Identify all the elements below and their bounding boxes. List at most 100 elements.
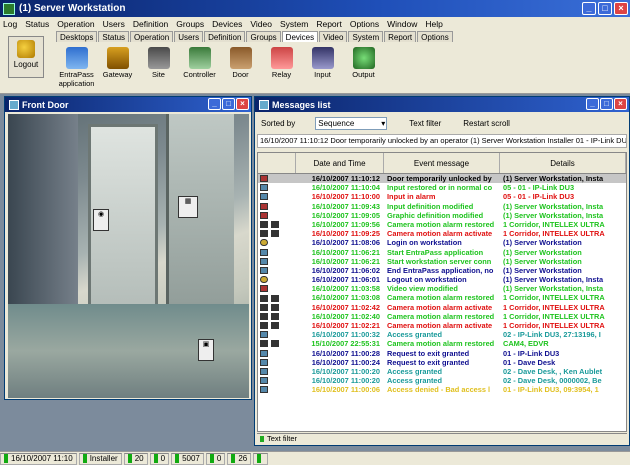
tab-operation[interactable]: Operation	[130, 31, 174, 42]
table-row[interactable]: 16/10/2007 11:03:08 Camera motion alarm r…	[258, 293, 626, 302]
front-door-window[interactable]: Front Door _ □ × ◉ ▦ ▣	[4, 96, 252, 400]
tool-controller[interactable]: Controller	[179, 45, 220, 88]
tab-report[interactable]: Report	[384, 31, 417, 42]
tab-video[interactable]: Video	[319, 31, 348, 42]
messages-window[interactable]: Messages list _ □ × Sorted by Sequence T…	[254, 96, 630, 446]
text-filter-link[interactable]: Text filter	[409, 119, 441, 128]
status-led-icon	[4, 454, 8, 463]
camera-icon[interactable]	[271, 303, 279, 311]
tool-input[interactable]: Input	[302, 45, 343, 88]
table-row[interactable]: 16/10/2007 11:00:20 Access granted 02 - Da…	[258, 367, 626, 376]
table-row[interactable]: 16/10/2007 11:00:28 Request to exit grant…	[258, 349, 626, 358]
tool-entrapass[interactable]: EntraPass application	[56, 45, 97, 88]
table-row[interactable]: 16/10/2007 11:08:06 Login on workstation (…	[258, 238, 626, 247]
camera-icon[interactable]	[271, 312, 279, 320]
restart-scroll-link[interactable]: Restart scroll	[463, 119, 510, 128]
table-row[interactable]: 16/10/2007 11:00:20 Access granted 02 - Da…	[258, 376, 626, 385]
tab-options[interactable]: Options	[417, 31, 453, 42]
messages-close-button[interactable]: ×	[614, 98, 627, 110]
messages-grid[interactable]: Date and Time Event message Details 16/1…	[257, 152, 627, 432]
table-row[interactable]: 16/10/2007 11:06:21 Start EntraPass appli…	[258, 248, 626, 257]
table-row[interactable]: 16/10/2007 11:10:12 Door temporarily unlo…	[258, 174, 626, 184]
menu-item-options[interactable]: Options	[350, 19, 379, 29]
tool-gateway[interactable]: Gateway	[97, 45, 138, 88]
close-button[interactable]: ×	[614, 2, 628, 15]
menu-item-devices[interactable]: Devices	[212, 19, 242, 29]
row-event: Camera motion alarm activate	[387, 302, 493, 312]
messages-titlebar[interactable]: Messages list _ □ ×	[255, 97, 629, 112]
menu-item-groups[interactable]: Groups	[176, 19, 204, 29]
front-door-maximize-button[interactable]: □	[222, 98, 235, 110]
messages-minimize-button[interactable]: _	[586, 98, 599, 110]
menu-item-system[interactable]: System	[280, 19, 308, 29]
table-row[interactable]: 16/10/2007 11:03:58 Video view modified (1…	[258, 284, 626, 293]
table-row[interactable]: 16/10/2007 11:00:06 Access denied - Bad a…	[258, 385, 626, 394]
camera-icon[interactable]	[271, 340, 279, 348]
menu-item-users[interactable]: Users	[103, 19, 125, 29]
tab-groups[interactable]: Groups	[246, 31, 281, 42]
controller-status-icon[interactable]: ▦	[178, 196, 198, 218]
camera-icon[interactable]	[271, 221, 279, 229]
table-row[interactable]: 16/10/2007 11:00:32 Access granted 02 - IP…	[258, 330, 626, 339]
tool-site[interactable]: Site	[138, 45, 179, 88]
row-date: 16/10/2007 11:09:25	[311, 229, 380, 239]
table-row[interactable]: 16/10/2007 11:00:24 Request to exit grant…	[258, 358, 626, 367]
status-led-icon	[209, 454, 214, 463]
door-status-icon[interactable]: ◉	[93, 209, 109, 231]
cam-icon	[260, 303, 268, 311]
table-row[interactable]: 16/10/2007 11:02:21 Camera motion alarm a…	[258, 321, 626, 330]
tool-output[interactable]: Output	[343, 45, 384, 88]
tool-door[interactable]: Door	[220, 45, 261, 88]
pc-icon	[260, 193, 268, 201]
tab-desktops[interactable]: Desktops	[56, 31, 98, 42]
camera-icon[interactable]	[271, 322, 279, 330]
minimize-button[interactable]: _	[582, 2, 596, 15]
table-row[interactable]: 16/10/2007 11:09:25 Camera motion alarm a…	[258, 229, 626, 238]
table-row[interactable]: 15/10/2007 22:55:31 Camera motion alarm r…	[258, 339, 626, 348]
table-row[interactable]: 16/10/2007 11:02:40 Camera motion alarm r…	[258, 312, 626, 321]
table-row[interactable]: 16/10/2007 11:09:43 Input definition modi…	[258, 202, 626, 211]
messages-maximize-button[interactable]: □	[600, 98, 613, 110]
table-row[interactable]: 16/10/2007 11:09:05 Graphic definition mo…	[258, 211, 626, 220]
table-row[interactable]: 16/10/2007 11:10:04 Input restored or in …	[258, 183, 626, 192]
table-row[interactable]: 16/10/2007 11:06:21 Start workstation ser…	[258, 257, 626, 266]
sort-select[interactable]: Sequence	[315, 116, 388, 130]
menu-item-video[interactable]: Video	[250, 19, 272, 29]
tab-system[interactable]: System	[348, 31, 384, 42]
table-row[interactable]: 16/10/2007 11:09:56 Camera motion alarm r…	[258, 220, 626, 229]
reader-status-icon[interactable]: ▣	[198, 339, 214, 361]
row-date: 16/10/2007 11:02:21	[311, 321, 380, 330]
menu-item-report[interactable]: Report	[316, 19, 342, 29]
row-date: 15/10/2007 22:55:31	[311, 339, 380, 349]
grid-header-event[interactable]: Event message	[384, 153, 500, 173]
tab-devices[interactable]: Devices	[281, 31, 319, 42]
menu-bar: Log Status Operation Users Definition Groups D…	[0, 17, 630, 30]
menu-item-status[interactable]: Status	[25, 19, 49, 29]
table-row[interactable]: 16/10/2007 11:06:01 Logout on workstation…	[258, 275, 626, 284]
front-door-close-button[interactable]: ×	[236, 98, 249, 110]
menu-item-window[interactable]: Window	[387, 19, 417, 29]
row-date: 16/10/2007 11:08:06	[311, 238, 380, 248]
tab-users[interactable]: Users	[174, 31, 204, 42]
tab-definition[interactable]: Definition	[204, 31, 246, 42]
tab-status[interactable]: Status	[98, 31, 130, 42]
camera-view[interactable]: ◉ ▦ ▣	[8, 114, 249, 398]
table-row[interactable]: 16/10/2007 11:06:02 End EntraPass applica…	[258, 266, 626, 275]
front-door-minimize-button[interactable]: _	[208, 98, 221, 110]
menu-item-definition[interactable]: Definition	[133, 19, 168, 29]
logout-button[interactable]: Logout	[8, 36, 44, 78]
grid-header-date[interactable]: Date and Time	[296, 153, 384, 173]
row-details: 1 Corridor, INTELLEX ULTRA	[503, 219, 605, 229]
tool-relay[interactable]: Relay	[261, 45, 302, 88]
menu-item-help[interactable]: Help	[425, 19, 442, 29]
menu-item-operation[interactable]: Operation	[57, 19, 94, 29]
table-row[interactable]: 16/10/2007 11:10:00 Input in alarm 05 - 01…	[258, 192, 626, 201]
front-door-titlebar[interactable]: Front Door _ □ ×	[5, 97, 251, 112]
maximize-button[interactable]: □	[598, 2, 612, 15]
camera-icon[interactable]	[271, 294, 279, 302]
row-date: 16/10/2007 11:09:05	[311, 210, 380, 220]
grid-header-details[interactable]: Details	[500, 153, 626, 173]
table-row[interactable]: 16/10/2007 11:02:42 Camera motion alarm a…	[258, 303, 626, 312]
menu-item-log[interactable]: Log	[3, 19, 17, 29]
camera-icon[interactable]	[271, 230, 279, 238]
